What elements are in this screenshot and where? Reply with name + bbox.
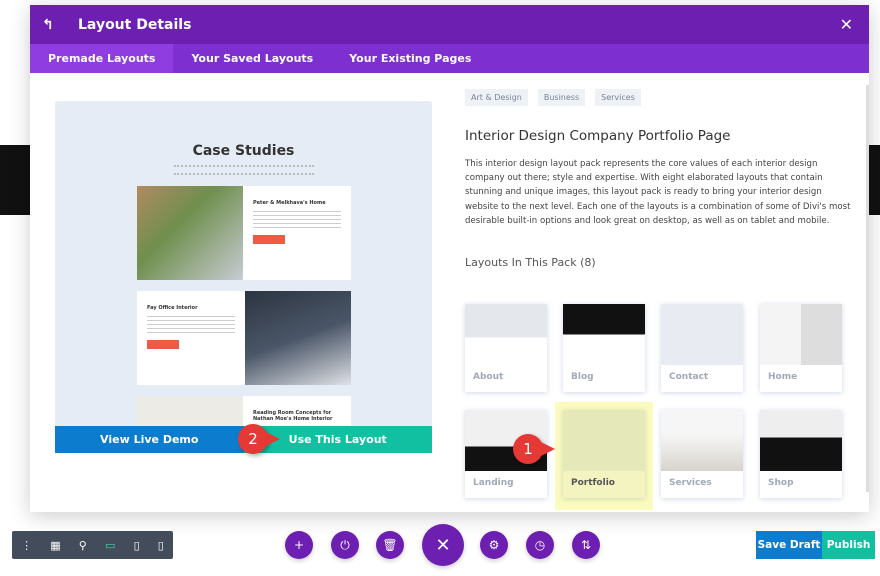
layout-title: Interior Design Company Portfolio Page <box>465 128 731 144</box>
back-icon[interactable]: ↰ <box>42 17 64 33</box>
history-icon[interactable]: ◷ <box>526 531 554 559</box>
card-title: Fay Office Interior <box>147 305 198 311</box>
view-live-demo-button[interactable]: View Live Demo <box>55 426 244 453</box>
layout-info: Art & Design Business Services Interior … <box>465 89 855 510</box>
layout-card-home[interactable]: Home <box>760 304 842 392</box>
tab-premade-layouts[interactable]: Premade Layouts <box>30 44 174 73</box>
layout-card-shop[interactable]: Shop <box>760 410 842 498</box>
card-title: Reading Room Concepts for Nathan Moe's H… <box>253 410 333 422</box>
tag[interactable]: Art & Design <box>465 89 528 106</box>
layout-card-contact[interactable]: Contact <box>661 304 743 392</box>
scrollbar[interactable] <box>866 85 869 492</box>
power-icon[interactable]: ⏻ <box>331 531 359 559</box>
tab-saved-layouts[interactable]: Your Saved Layouts <box>173 44 331 73</box>
preview-card: Fay Office Interior <box>137 291 351 385</box>
layout-preview: Case Studies Peter & Melkhava's Home Fay… <box>55 101 432 453</box>
tab-bar: Premade Layouts Your Saved Layouts Your … <box>30 44 869 73</box>
tag[interactable]: Business <box>537 89 586 106</box>
card-title: Peter & Melkhava's Home <box>253 200 326 206</box>
save-draft-button[interactable]: Save Draft <box>756 531 822 559</box>
modal-header: ↰ Layout Details ✕ <box>30 5 869 44</box>
tag[interactable]: Services <box>595 89 641 106</box>
layout-card-about[interactable]: About <box>465 304 547 392</box>
layout-details-modal: ↰ Layout Details ✕ Premade Layouts Your … <box>30 5 869 512</box>
zoom-icon[interactable]: ⚲ <box>79 539 87 552</box>
desktop-icon[interactable]: ▭ <box>105 539 115 552</box>
tab-existing-pages[interactable]: Your Existing Pages <box>331 44 489 73</box>
layout-card-blog[interactable]: Blog <box>563 304 645 392</box>
modal-title: Layout Details <box>78 16 192 33</box>
annotation-badge-2: 2 <box>238 424 280 454</box>
menu-dots-icon[interactable]: ⋮ <box>21 539 32 552</box>
layout-card-portfolio[interactable]: Portfolio <box>563 410 645 498</box>
background-band <box>0 145 30 215</box>
phone-icon[interactable]: ▯ <box>158 539 164 552</box>
preview-subtext <box>173 165 314 175</box>
settings-icon[interactable]: ⚙ <box>480 531 508 559</box>
annotation-badge-1: 1 <box>513 434 555 464</box>
preview-card: Peter & Melkhava's Home <box>137 186 351 280</box>
layout-description: This interior design layout pack represe… <box>465 159 851 226</box>
layout-card-services[interactable]: Services <box>661 410 743 498</box>
plant-image <box>137 186 243 280</box>
close-icon[interactable]: ✕ <box>840 15 853 34</box>
vase-image <box>245 291 351 385</box>
close-builder-icon[interactable]: ✕ <box>422 524 464 566</box>
view-toolbar: ⋮ ▦ ⚲ ▭ ▯ ▯ <box>12 531 173 559</box>
add-icon[interactable]: + <box>285 531 313 559</box>
preview-heading: Case Studies <box>192 143 295 159</box>
trash-icon[interactable]: 🗑 <box>376 531 404 559</box>
sort-icon[interactable]: ⇅ <box>572 531 600 559</box>
tablet-icon[interactable]: ▯ <box>134 539 140 552</box>
publish-button[interactable]: Publish <box>822 531 875 559</box>
layouts-heading: Layouts In This Pack (8) <box>465 256 596 270</box>
wireframe-icon[interactable]: ▦ <box>50 539 60 552</box>
